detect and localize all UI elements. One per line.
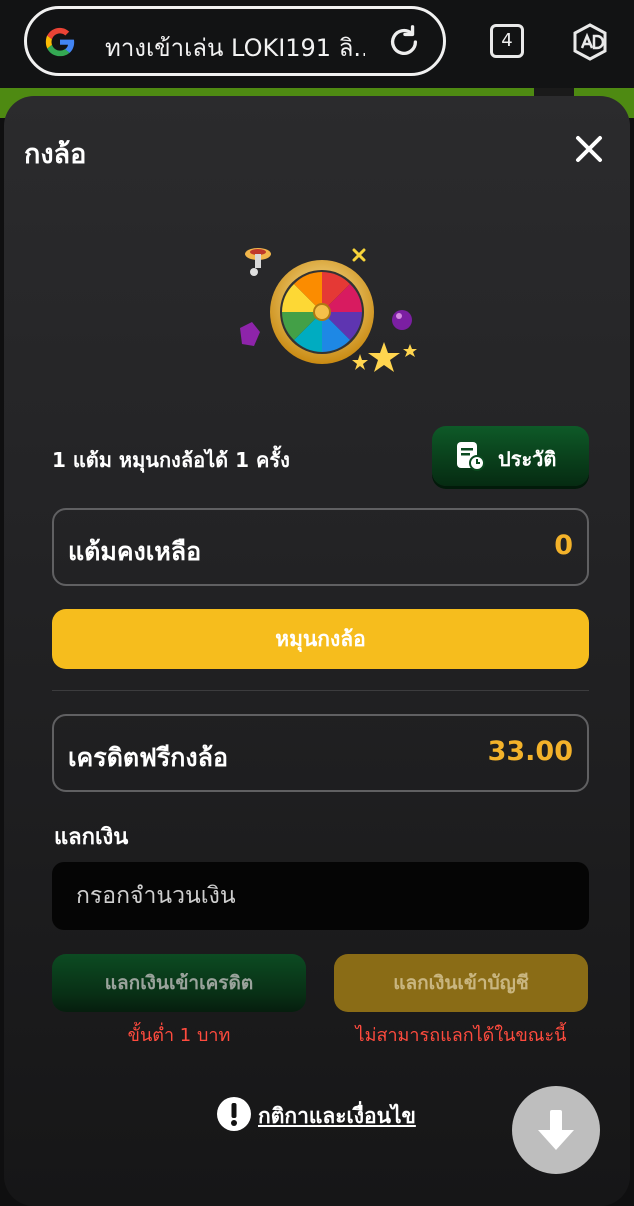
spin-wheel-button[interactable]: หมุนกงล้อ bbox=[52, 609, 589, 669]
alert-icon bbox=[217, 1097, 251, 1131]
free-credit-value: 33.00 bbox=[487, 736, 573, 767]
sheet-title: กงล้อ bbox=[24, 139, 87, 170]
minimum-amount-note: ขั้นต่ำ 1 บาท bbox=[127, 1025, 231, 1046]
address-bar[interactable]: ทางเข้าเล่น LOKI191 ลิ... bbox=[24, 6, 446, 76]
remaining-points-value: 0 bbox=[554, 530, 573, 561]
close-icon[interactable] bbox=[572, 132, 606, 166]
tab-switcher-button[interactable]: 4 bbox=[490, 24, 524, 58]
exchange-to-bank-button[interactable]: แลกเงินเข้าบัญชี bbox=[334, 954, 588, 1012]
history-button[interactable]: ประวัติ bbox=[432, 426, 589, 486]
remaining-points-label: แต้มคงเหลือ bbox=[68, 537, 202, 566]
url-text[interactable]: ทางเข้าเล่น LOKI191 ลิ... bbox=[105, 28, 365, 67]
amount-input[interactable] bbox=[52, 862, 589, 930]
terms-link[interactable]: กติกาและเงื่อนไข bbox=[258, 1100, 416, 1133]
divider bbox=[52, 690, 589, 691]
prize-wheel-icon bbox=[240, 248, 417, 372]
reload-icon[interactable] bbox=[385, 23, 423, 61]
free-credit-label: เครดิตฟรีกงล้อ bbox=[68, 743, 228, 772]
points-info-text: 1 แต้ม หมุนกงล้อได้ 1 ครั้ง bbox=[52, 448, 290, 472]
browser-toolbar: ทางเข้าเล่น LOKI191 ลิ... 4 bbox=[0, 0, 634, 92]
history-label: ประวัติ bbox=[498, 447, 557, 471]
unavailable-note: ไม่สามารถแลกได้ในขณะนี้ bbox=[355, 1025, 567, 1046]
free-credit-card: เครดิตฟรีกงล้อ 33.00 bbox=[52, 714, 589, 792]
arrow-down-icon bbox=[538, 1110, 574, 1150]
exchange-to-credit-button[interactable]: แลกเงินเข้าเครดิต bbox=[52, 954, 306, 1012]
adblock-icon[interactable] bbox=[570, 22, 610, 62]
google-icon bbox=[45, 27, 75, 57]
wheel-sheet: กงล้อ 1 แต้ม หมุนกงล้อได้ 1 ครั้ง ประวัต… bbox=[4, 96, 630, 1206]
exchange-label: แลกเงิน bbox=[54, 825, 129, 850]
history-icon bbox=[457, 442, 485, 471]
scroll-down-button[interactable] bbox=[512, 1086, 600, 1174]
remaining-points-card: แต้มคงเหลือ 0 bbox=[52, 508, 589, 586]
